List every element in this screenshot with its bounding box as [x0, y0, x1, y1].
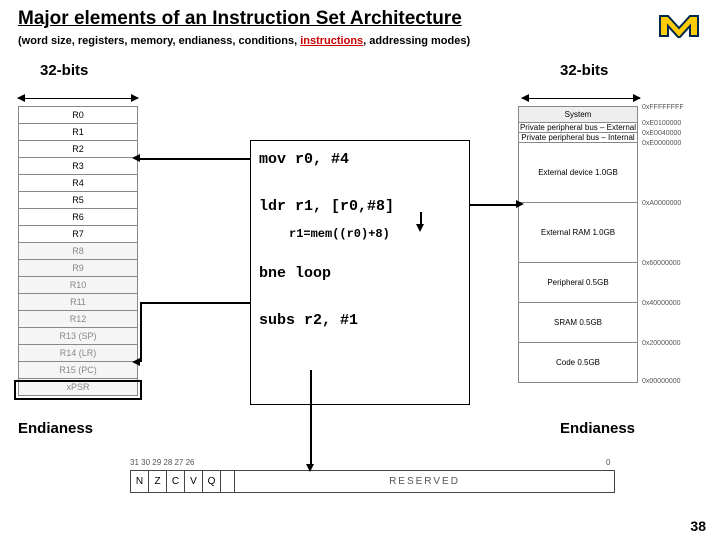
reg-r11: R11 [19, 294, 138, 311]
reg-r2: R2 [19, 141, 138, 158]
arrow-ldr-mem [470, 204, 518, 206]
flag-q: Q [203, 471, 221, 493]
reg-r9: R9 [19, 260, 138, 277]
addr-6: 0x40000000 [642, 300, 681, 307]
reg-r5: R5 [19, 192, 138, 209]
flag-c: C [167, 471, 185, 493]
instr-bne: bne loop [259, 265, 461, 282]
instr-ldr: ldr r1, [r0,#8] [259, 198, 461, 215]
endianess-right: Endianess [560, 420, 635, 437]
reg-xpsr: xPSR [19, 379, 138, 396]
psr-flags: 31 30 29 28 27 26 0 N Z C V Q RESERVED [130, 470, 615, 493]
endianess-left: Endianess [18, 420, 93, 437]
width-arrow-left [18, 98, 138, 99]
flag-z: Z [149, 471, 167, 493]
slide-subtitle: (word size, registers, memory, endianess… [18, 35, 470, 47]
width-arrow-right [522, 98, 640, 99]
reg-pc: R15 (PC) [19, 362, 138, 379]
instruction-box: mov r0, #4 ldr r1, [r0,#8] r1=mem((r0)+8… [250, 140, 470, 405]
reg-r10: R10 [19, 277, 138, 294]
mem-system: System [519, 107, 638, 123]
mem-periph: Peripheral 0.5GB [519, 263, 638, 303]
arrow-bne-pc-v [140, 302, 142, 362]
reg-r8: R8 [19, 243, 138, 260]
mem-code: Code 0.5GB [519, 343, 638, 383]
addr-2: 0xE0040000 [642, 130, 681, 137]
mem-ppb-int: Private peripheral bus – Internal [519, 133, 638, 143]
arrow-bne-pc-h [140, 302, 250, 304]
michigan-logo [658, 8, 700, 43]
mem-ppb-ext: Private peripheral bus – External [519, 123, 638, 133]
reg-r12: R12 [19, 311, 138, 328]
reg-r7: R7 [19, 226, 138, 243]
arrow-subs-flags [310, 370, 312, 466]
mem-ext-ram: External RAM 1.0GB [519, 203, 638, 263]
slide-title: Major elements of an Instruction Set Arc… [18, 8, 462, 30]
flag-n: N [131, 471, 149, 493]
instr-subs: subs r2, #1 [259, 312, 461, 329]
addr-0: 0xFFFFFFFF [642, 104, 684, 111]
mem-sram: SRAM 0.5GB [519, 303, 638, 343]
bit-hi: 31 30 29 28 27 26 [130, 458, 195, 467]
flag-reserved: RESERVED [235, 471, 615, 493]
reg-lr: R14 (LR) [19, 345, 138, 362]
bit-lo: 0 [606, 458, 610, 467]
instr-mov: mov r0, #4 [259, 151, 461, 168]
arrow-subs-flags-head [306, 464, 314, 472]
addr-5: 0x60000000 [642, 260, 681, 267]
subtitle-pre: (word size, registers, memory, endianess… [18, 35, 300, 47]
arrow-mov-r0 [140, 158, 250, 160]
addr-7: 0x20000000 [642, 340, 681, 347]
addr-3: 0xE0000000 [642, 140, 681, 147]
word-size-left: 32-bits [40, 62, 88, 79]
reg-r3: R3 [19, 158, 138, 175]
subtitle-highlight: instructions [300, 35, 363, 47]
subtitle-post: , addressing modes) [363, 35, 470, 47]
flag-table: N Z C V Q RESERVED [130, 470, 615, 493]
reg-sp: R13 (SP) [19, 328, 138, 345]
reg-r0: R0 [19, 107, 138, 124]
arrow-bne-pc-head [132, 358, 140, 366]
addr-8: 0x00000000 [642, 378, 681, 385]
mem-ext-dev: External device 1.0GB [519, 143, 638, 203]
page-number: 38 [690, 518, 706, 534]
instr-note: r1=mem((r0)+8) [289, 227, 461, 241]
addr-4: 0xA0000000 [642, 200, 681, 207]
addr-1: 0xE0100000 [642, 120, 681, 127]
word-size-right: 32-bits [560, 62, 608, 79]
reg-r1: R1 [19, 124, 138, 141]
arrow-ldr-mem-head [516, 200, 524, 208]
reg-r4: R4 [19, 175, 138, 192]
memory-table: System Private peripheral bus – External… [518, 106, 638, 383]
flag-gap [221, 471, 235, 493]
memory-map: System Private peripheral bus – External… [518, 106, 698, 383]
arrow-mov-r0-head [132, 154, 140, 162]
reg-r6: R6 [19, 209, 138, 226]
arrow-note-down-head [416, 224, 424, 232]
flag-v: V [185, 471, 203, 493]
register-table: R0 R1 R2 R3 R4 R5 R6 R7 R8 R9 R10 R11 R1… [18, 106, 138, 396]
